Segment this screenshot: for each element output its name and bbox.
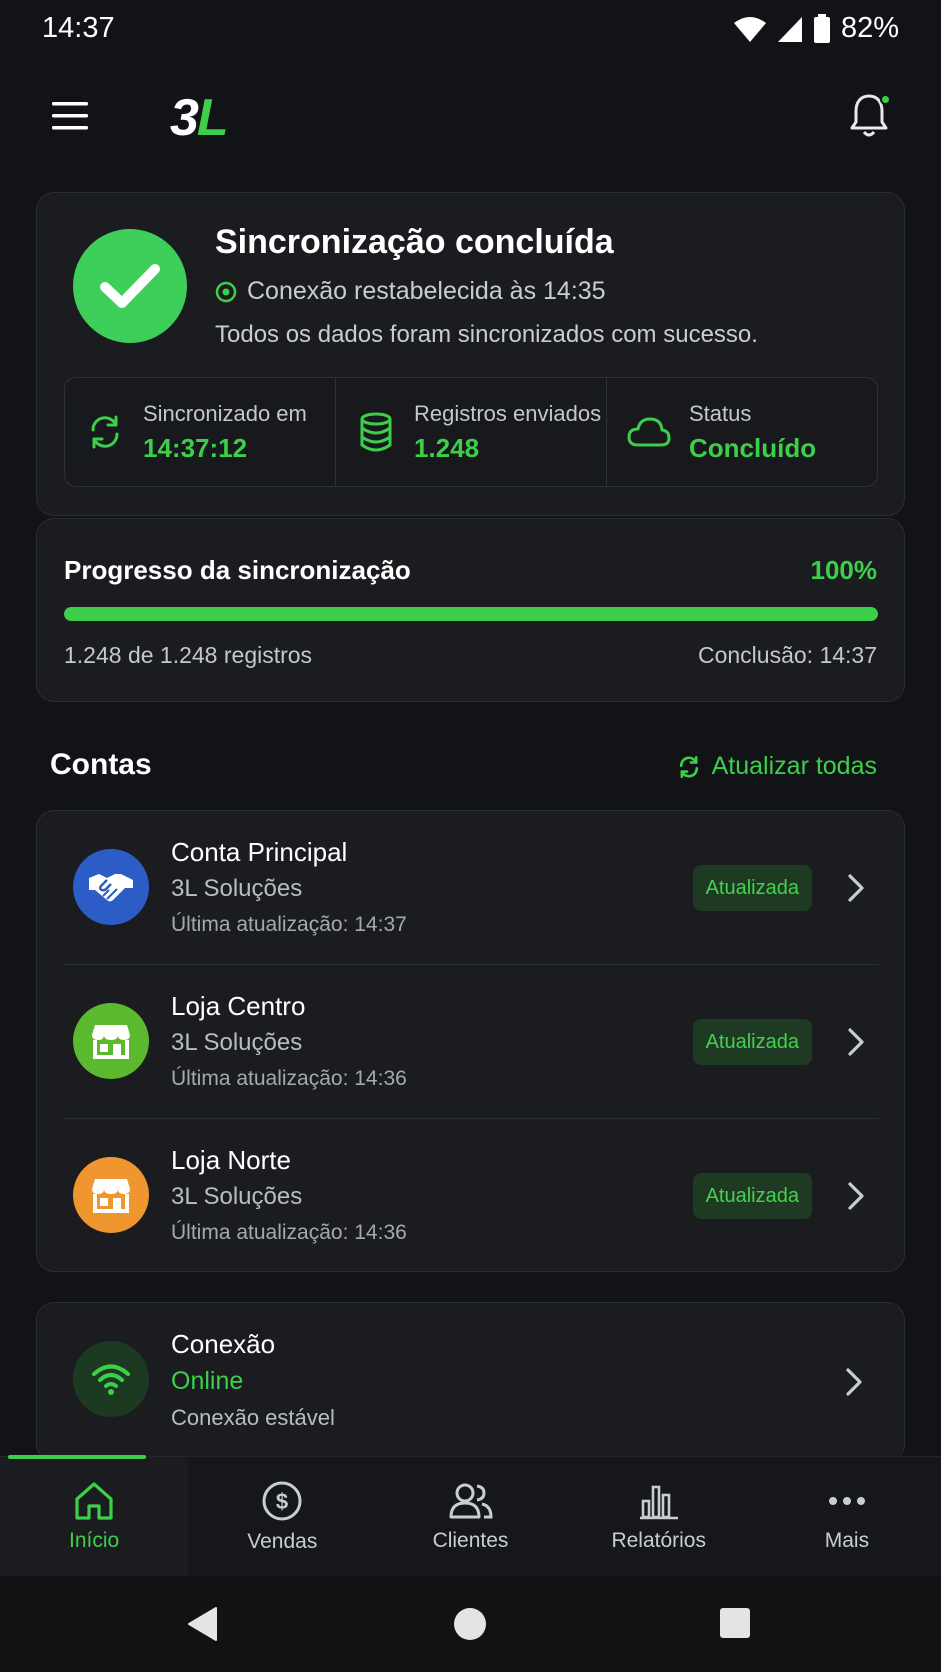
- progress-bar: [64, 607, 878, 621]
- notifications-button[interactable]: [847, 92, 891, 140]
- account-item[interactable]: Loja Centro 3L Soluções Última atualizaç…: [37, 965, 906, 1119]
- accounts-list: Conta Principal 3L Soluções Última atual…: [36, 810, 905, 1272]
- check-icon: [73, 229, 187, 343]
- handshake-icon: [73, 849, 149, 925]
- system-navigation: [0, 1576, 941, 1672]
- dollar-icon: $: [262, 1481, 302, 1520]
- stat-synced-at: Sincronizado em 14:37:12: [65, 378, 335, 486]
- nav-label: Clientes: [432, 1528, 509, 1552]
- nav-more[interactable]: Mais: [753, 1457, 941, 1576]
- nav-label: Mais: [824, 1528, 870, 1552]
- nav-label: Relatórios: [611, 1528, 706, 1552]
- store-icon: [73, 1157, 149, 1233]
- progress-bar-fill: [64, 607, 878, 621]
- logo-part-2: L: [196, 89, 229, 147]
- bar-chart-icon: [639, 1485, 678, 1519]
- account-company: 3L Soluções: [171, 875, 303, 902]
- chevron-right-icon: [848, 1028, 864, 1056]
- sync-subtitle: Conexão restabelecida às 14:35: [215, 277, 606, 306]
- home-button-icon[interactable]: [452, 1606, 488, 1642]
- back-icon[interactable]: [186, 1606, 220, 1642]
- account-name: Conta Principal: [171, 837, 348, 867]
- app-bar: 3 L: [0, 80, 941, 152]
- home-icon: [75, 1481, 113, 1520]
- signal-icon: [777, 16, 802, 42]
- status-bar: 14:37 82%: [0, 0, 941, 60]
- nav-label: Início: [69, 1528, 120, 1552]
- nav-reports[interactable]: Relatórios: [565, 1457, 753, 1576]
- sync-stats: Sincronizado em 14:37:12 Registros envia…: [64, 377, 878, 487]
- nav-home[interactable]: Início: [0, 1455, 189, 1576]
- progress-completion: Conclusão: 14:37: [697, 642, 877, 668]
- refresh-icon: [679, 755, 698, 778]
- more-icon: [828, 1496, 865, 1505]
- stat-value: 14:37:12: [143, 432, 248, 463]
- stat-value: 1.248: [414, 432, 480, 463]
- recents-icon[interactable]: [718, 1606, 752, 1640]
- nav-clients[interactable]: Clientes: [376, 1457, 564, 1576]
- stat-records-sent: Registros enviados 1.248: [335, 378, 606, 486]
- battery-icon: [813, 13, 830, 43]
- nav-sales[interactable]: $ Vendas: [188, 1457, 376, 1576]
- stat-value: Concluído: [689, 432, 817, 463]
- status-badge: Atualizada: [692, 1173, 812, 1219]
- sync-description: Todos os dados foram sincronizados com s…: [215, 321, 758, 348]
- connection-status: Online: [171, 1367, 244, 1395]
- sync-subtitle-text: Conexão restabelecida às 14:35: [247, 277, 606, 305]
- connection-card[interactable]: Conexão Online Conexão estável: [36, 1302, 905, 1462]
- chevron-right-icon: [846, 1368, 862, 1396]
- status-time: 14:37: [42, 12, 115, 44]
- sync-progress-card: Progresso da sincronização 100% 1.248 de…: [36, 518, 905, 702]
- target-icon: [215, 281, 237, 302]
- connection-title: Conexão: [171, 1329, 276, 1359]
- database-icon: [360, 412, 392, 452]
- accounts-section-title: Contas: [50, 748, 152, 781]
- account-updated: Última atualização: 14:37: [171, 913, 407, 936]
- account-updated: Última atualização: 14:36: [171, 1221, 407, 1244]
- progress-title: Progresso da sincronização: [64, 555, 411, 585]
- account-item[interactable]: Loja Norte 3L Soluções Última atualizaçã…: [37, 1119, 906, 1273]
- nav-active-indicator: [8, 1455, 147, 1459]
- battery-percent: 82%: [840, 12, 899, 44]
- status-icons: 82%: [733, 12, 899, 45]
- svg-text:$: $: [276, 1489, 288, 1514]
- account-company: 3L Soluções: [171, 1183, 303, 1210]
- notification-dot: [880, 94, 891, 105]
- menu-icon[interactable]: [48, 98, 92, 134]
- logo-part-1: 3: [170, 89, 199, 147]
- screen: 14:37 82% 3 L Sincronização concluída Co…: [0, 0, 941, 1672]
- sync-status-card: Sincronização concluída Conexão restabel…: [36, 192, 905, 516]
- stat-label: Registros enviados: [414, 400, 602, 426]
- progress-records: 1.248 de 1.248 registros: [64, 642, 313, 668]
- app-logo: 3 L: [170, 88, 229, 147]
- sync-icon: [91, 415, 119, 449]
- status-badge: Atualizada: [692, 1019, 812, 1065]
- stat-label: Sincronizado em: [143, 400, 307, 426]
- account-item[interactable]: Conta Principal 3L Soluções Última atual…: [37, 811, 906, 965]
- connection-description: Conexão estável: [171, 1405, 335, 1430]
- progress-percent: 100%: [810, 555, 878, 585]
- account-updated: Última atualização: 14:36: [171, 1067, 407, 1090]
- nav-label: Vendas: [247, 1529, 318, 1553]
- cloud-icon: [627, 417, 671, 447]
- store-icon: [73, 1003, 149, 1079]
- refresh-all-label: Atualizar todas: [711, 752, 877, 780]
- chevron-right-icon: [848, 1182, 864, 1210]
- wifi-icon: [733, 16, 766, 42]
- users-icon: [449, 1483, 493, 1518]
- bottom-navigation: Início $ Vendas Clientes Relatórios Mais: [0, 1455, 941, 1576]
- sync-title: Sincronização concluída: [215, 223, 614, 261]
- status-badge: Atualizada: [692, 865, 812, 911]
- account-name: Loja Norte: [171, 1145, 291, 1175]
- chevron-right-icon: [848, 874, 864, 902]
- wifi-icon: [73, 1341, 149, 1417]
- stat-status: Status Concluído: [606, 378, 877, 486]
- account-name: Loja Centro: [171, 991, 306, 1021]
- refresh-all-button[interactable]: Atualizar todas: [676, 752, 877, 781]
- account-company: 3L Soluções: [171, 1029, 303, 1056]
- stat-label: Status: [689, 400, 752, 426]
